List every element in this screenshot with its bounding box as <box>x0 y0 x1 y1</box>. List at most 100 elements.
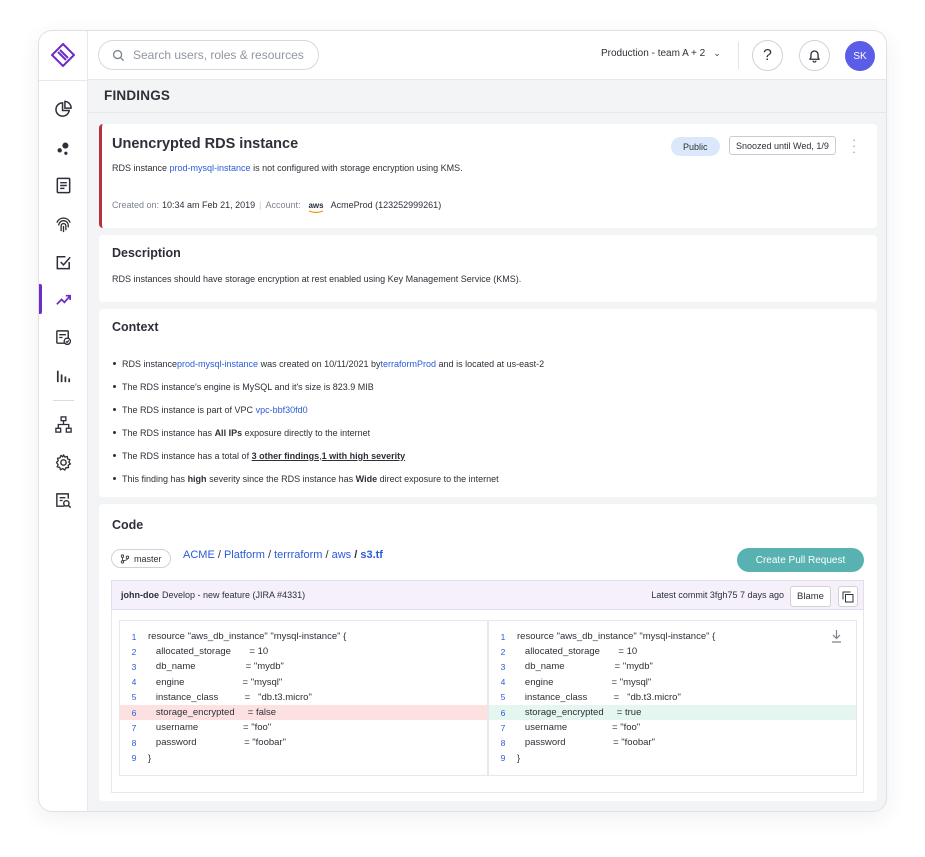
diff-pane-modified: 1 resource "aws_db_instance" "mysql-insta… <box>488 620 857 776</box>
sidebar <box>39 31 88 811</box>
snooze-badge[interactable]: Snoozed until Wed, 1/9 <box>729 136 836 155</box>
aws-logo: aws <box>308 201 324 213</box>
gear-icon <box>55 453 72 471</box>
sidebar-item-hierarchy[interactable] <box>39 409 88 439</box>
diff-viewer: 1 resource "aws_db_instance" "mysql-insta… <box>111 610 864 793</box>
breadcrumb-item[interactable]: ACME <box>183 549 215 561</box>
branch-selector[interactable]: master <box>111 549 171 568</box>
description-card: Description RDS instances should have st… <box>99 235 877 302</box>
line-number[interactable]: 2 <box>120 647 148 657</box>
sidebar-item-audit[interactable] <box>39 485 88 515</box>
summary-text: RDS instance <box>112 163 170 173</box>
breadcrumb: ACME / Platform / terrraform / aws / s3.… <box>183 549 383 561</box>
dots-icon <box>57 142 69 155</box>
sidebar-divider <box>39 80 88 81</box>
code-text: engine = "mysql" <box>148 676 283 688</box>
sidebar-item-findings[interactable] <box>39 284 88 314</box>
line-number[interactable]: 3 <box>489 662 517 672</box>
code-line: 6 storage_encrypted = false <box>120 705 487 721</box>
code-text: username = "foo" <box>148 722 272 734</box>
code-line: 4 engine = "mysql" <box>489 675 856 690</box>
code-line: 1 resource "aws_db_instance" "mysql-insta… <box>120 629 487 644</box>
line-number[interactable]: 3 <box>120 662 148 672</box>
vpc-link[interactable]: vpc-bbf30fd0 <box>256 405 308 415</box>
help-icon: ? <box>763 46 772 64</box>
line-number[interactable]: 9 <box>489 753 517 763</box>
sidebar-item-dashboard[interactable] <box>39 94 88 124</box>
line-number[interactable]: 8 <box>489 738 517 748</box>
line-number[interactable]: 1 <box>120 632 148 642</box>
environment-selector[interactable]: Production - team A + 2 ⌄ <box>601 48 721 59</box>
sidebar-item-settings[interactable] <box>39 447 88 477</box>
breadcrumb-item[interactable]: terrraform <box>274 549 322 561</box>
code-text: instance_class = "db.t3.micro" <box>148 691 312 703</box>
code-text: storage_encrypted = false <box>148 707 277 719</box>
resource-link[interactable]: prod-mysql-instance <box>170 163 251 173</box>
code-line: 5 instance_class = "db.t3.micro" <box>120 690 487 705</box>
user-link[interactable]: terraformProd <box>381 359 437 369</box>
sidebar-item-compliance[interactable] <box>39 247 88 277</box>
commit-author[interactable]: john-doe <box>121 590 159 600</box>
sidebar-item-analytics[interactable] <box>39 360 88 390</box>
line-number[interactable]: 6 <box>120 708 148 718</box>
code-line: 8 password = "foobar" <box>120 735 487 750</box>
sidebar-item-reports[interactable] <box>39 322 88 352</box>
copy-button[interactable] <box>838 586 858 607</box>
environment-label: Production - team A + 2 <box>601 48 706 59</box>
other-findings-link[interactable]: 3 other findings <box>252 451 320 461</box>
chevron-down-icon: ⌄ <box>713 48 721 58</box>
notifications-button[interactable] <box>799 40 830 71</box>
create-pull-request-button[interactable]: Create Pull Request <box>737 548 864 572</box>
search-box[interactable] <box>98 40 319 70</box>
description-text: RDS instances should have storage encryp… <box>112 274 522 284</box>
commit-bar: john-doe Develop - new feature (JIRA #43… <box>111 580 864 610</box>
line-number[interactable]: 8 <box>120 738 148 748</box>
sidebar-item-graph[interactable] <box>39 132 88 162</box>
avatar[interactable]: SK <box>845 41 875 71</box>
line-number[interactable]: 5 <box>489 692 517 702</box>
line-number[interactable]: 9 <box>120 753 148 763</box>
topbar-divider <box>738 42 739 69</box>
title-divider <box>88 112 886 113</box>
account-value: AcmeProd (123252999261) <box>330 200 442 210</box>
latest-commit[interactable]: Latest commit 3fgh75 7 days ago <box>651 590 784 600</box>
list-item: The RDS instance has All IPs exposure di… <box>113 421 544 444</box>
resource-link[interactable]: prod-mysql-instance <box>177 359 258 369</box>
finding-meta: Created on: 10:34 am Feb 21, 2019 | Acco… <box>112 200 442 213</box>
more-options-icon[interactable]: · · · <box>851 133 857 158</box>
pie-chart-icon <box>55 100 72 117</box>
high-severity-link[interactable]: 1 with high severity <box>322 451 406 461</box>
logo-icon[interactable] <box>51 43 75 67</box>
branch-icon <box>120 553 130 564</box>
line-number[interactable]: 1 <box>489 632 517 642</box>
sidebar-item-identity[interactable] <box>39 209 88 239</box>
line-number[interactable]: 5 <box>120 692 148 702</box>
line-number[interactable]: 7 <box>120 723 148 733</box>
code-text: } <box>517 752 521 764</box>
line-number[interactable]: 6 <box>489 708 517 718</box>
code-text: password = "foobar" <box>148 737 286 749</box>
breadcrumb-item[interactable]: Platform <box>224 549 265 561</box>
visibility-badge[interactable]: Public <box>671 137 720 156</box>
search-icon <box>112 49 125 61</box>
bar-chart-icon <box>56 370 71 382</box>
code-line: 7 username = "foo" <box>489 720 856 735</box>
code-text: } <box>148 752 152 764</box>
help-button[interactable]: ? <box>752 40 783 71</box>
search-doc-icon <box>56 492 72 508</box>
line-number[interactable]: 4 <box>489 677 517 687</box>
code-line: 4 engine = "mysql" <box>120 675 487 690</box>
bell-icon <box>809 50 820 63</box>
code-line: 5 instance_class = "db.t3.micro" <box>489 690 856 705</box>
blame-button[interactable]: Blame <box>790 586 831 607</box>
summary-text: is not configured with storage encryptio… <box>250 163 463 173</box>
line-number[interactable]: 2 <box>489 647 517 657</box>
description-heading: Description <box>112 246 181 260</box>
created-label: Created on: <box>112 200 160 210</box>
line-number[interactable]: 7 <box>489 723 517 733</box>
breadcrumb-item[interactable]: aws <box>332 549 352 561</box>
line-number[interactable]: 4 <box>120 677 148 687</box>
search-input[interactable] <box>133 48 313 62</box>
sidebar-item-documents[interactable] <box>39 170 88 200</box>
context-card: Context RDS instance prod-mysql-instance… <box>99 309 877 497</box>
